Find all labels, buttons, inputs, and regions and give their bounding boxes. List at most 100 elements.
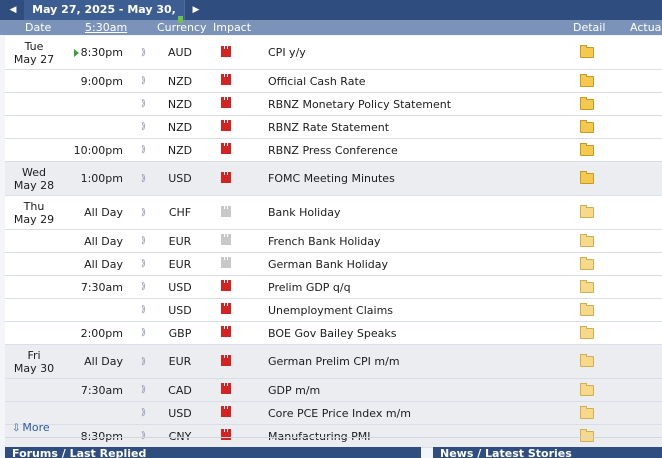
high-impact-icon[interactable] [221, 45, 231, 57]
folder-icon[interactable] [580, 325, 594, 339]
folder-icon[interactable] [580, 45, 594, 58]
event-row[interactable]: All Day ⟫ EUR German Bank Holiday [5, 253, 662, 276]
high-impact-icon[interactable] [221, 97, 231, 108]
sound-alert-icon[interactable]: ⟫ [141, 36, 151, 69]
folder-icon[interactable] [580, 279, 594, 293]
impact-cell [221, 299, 233, 321]
sound-alert-icon[interactable]: ⟫ [141, 162, 151, 195]
event-row[interactable]: Tue May 27 8:30pm ⟫ AUD CPI y/y [5, 36, 662, 70]
event-title[interactable]: Bank Holiday [268, 196, 568, 229]
folder-icon[interactable] [580, 405, 594, 419]
event-title[interactable]: BOE Gov Bailey Speaks [268, 322, 568, 344]
sound-alert-icon[interactable]: ⟫ [141, 299, 151, 321]
date-range-label[interactable]: May 27, 2025 - May 30, 2025 [24, 0, 184, 36]
sound-alert-icon[interactable]: ⟫ [141, 230, 151, 252]
high-impact-icon[interactable] [221, 143, 231, 154]
sound-alert-icon[interactable]: ⟫ [141, 196, 151, 229]
folder-icon[interactable] [580, 428, 594, 442]
non-economic-icon[interactable] [221, 257, 231, 268]
folder-icon[interactable] [580, 142, 594, 156]
folder-icon[interactable] [580, 354, 594, 367]
high-impact-icon[interactable] [221, 74, 231, 85]
sound-alert-icon[interactable]: ⟫ [141, 116, 151, 138]
previous-week-button[interactable]: ◀ [2, 0, 25, 20]
event-title[interactable]: Manufacturing PMI [268, 425, 568, 447]
event-title[interactable]: RBNZ Monetary Policy Statement [268, 93, 568, 115]
event-row[interactable]: 2:00pm ⟫ GBP BOE Gov Bailey Speaks [5, 322, 662, 345]
currency-cell: GBP [168, 326, 192, 340]
more-link[interactable]: ⇩ More [12, 421, 50, 434]
impact-cell [221, 322, 233, 344]
currency-cell: CAD [168, 383, 192, 397]
news-panel-header[interactable]: News / Latest Stories [433, 447, 662, 458]
event-row[interactable]: Wed May 28 1:00pm ⟫ USD FOMC Meeting Minutes [5, 162, 662, 196]
event-row[interactable]: ⟫ NZD RBNZ Monetary Policy Statement [5, 93, 662, 116]
event-title[interactable]: GDP m/m [268, 379, 568, 401]
high-impact-icon[interactable] [221, 383, 231, 394]
forums-panel-header[interactable]: Forums / Last Replied [5, 447, 421, 458]
folder-icon[interactable] [580, 256, 594, 270]
high-impact-icon[interactable] [221, 171, 231, 183]
event-row[interactable]: ⟫ USD Core PCE Price Index m/m [5, 402, 662, 425]
impact-cell [221, 116, 233, 138]
high-impact-icon[interactable] [221, 406, 231, 417]
folder-icon[interactable] [580, 302, 594, 316]
impact-cell [221, 379, 233, 401]
timezone-link[interactable]: 5:30am [85, 20, 127, 35]
sound-alert-icon[interactable]: ⟫ [141, 379, 151, 401]
event-row[interactable]: Fri May 30 All Day ⟫ EUR German Prelim CPI m/… [5, 345, 662, 379]
event-row[interactable]: 7:30am ⟫ CAD GDP m/m [5, 379, 662, 402]
sound-alert-icon[interactable]: ⟫ [141, 276, 151, 298]
date-label: May 27 [13, 52, 55, 66]
high-impact-icon[interactable] [221, 429, 231, 440]
folder-icon[interactable] [580, 171, 594, 184]
currency-cell: USD [168, 172, 192, 185]
folder-icon[interactable] [580, 119, 594, 133]
event-row[interactable]: All Day ⟫ EUR French Bank Holiday [5, 230, 662, 253]
folder-icon[interactable] [580, 382, 594, 396]
event-row[interactable]: ⟫ USD Unemployment Claims [5, 299, 662, 322]
sound-alert-icon[interactable]: ⟫ [141, 322, 151, 344]
non-economic-icon[interactable] [221, 234, 231, 245]
sound-alert-icon[interactable]: ⟫ [141, 402, 151, 424]
event-title[interactable]: French Bank Holiday [268, 230, 568, 252]
event-title[interactable]: RBNZ Press Conference [268, 139, 568, 161]
high-impact-icon[interactable] [221, 354, 231, 366]
detail-cell [580, 425, 594, 447]
high-impact-icon[interactable] [221, 326, 231, 337]
event-title[interactable]: Core PCE Price Index m/m [268, 402, 568, 424]
event-title[interactable]: Prelim GDP q/q [268, 276, 568, 298]
folder-icon[interactable] [580, 233, 594, 247]
detail-cell [580, 253, 594, 275]
time-label: 10:00pm [73, 143, 123, 157]
event-title[interactable]: RBNZ Rate Statement [268, 116, 568, 138]
sound-alert-icon[interactable]: ⟫ [141, 93, 151, 115]
event-row[interactable]: 9:00pm ⟫ NZD Official Cash Rate [5, 70, 662, 93]
day-label: Tue [24, 39, 44, 53]
folder-icon[interactable] [580, 73, 594, 87]
high-impact-icon[interactable] [221, 280, 231, 291]
event-row[interactable]: 7:30am ⟫ USD Prelim GDP q/q [5, 276, 662, 299]
event-row[interactable]: 10:00pm ⟫ NZD RBNZ Press Conference [5, 139, 662, 162]
event-title[interactable]: FOMC Meeting Minutes [268, 162, 568, 195]
high-impact-icon[interactable] [221, 120, 231, 131]
folder-icon[interactable] [580, 96, 594, 110]
event-row[interactable]: ⟫ NZD RBNZ Rate Statement [5, 116, 662, 139]
sound-alert-icon[interactable]: ⟫ [141, 139, 151, 161]
event-title[interactable]: CPI y/y [268, 36, 568, 69]
sound-alert-icon[interactable]: ⟫ [141, 70, 151, 92]
sound-alert-icon[interactable]: ⟫ [141, 253, 151, 275]
high-impact-icon[interactable] [221, 303, 231, 314]
date-cell: Tue May 27 [5, 36, 63, 69]
non-economic-icon[interactable] [221, 205, 231, 217]
event-title[interactable]: Official Cash Rate [268, 70, 568, 92]
next-week-button[interactable]: ▶ [184, 0, 207, 20]
event-title[interactable]: German Prelim CPI m/m [268, 345, 568, 378]
event-title[interactable]: Unemployment Claims [268, 299, 568, 321]
sound-alert-icon[interactable]: ⟫ [141, 345, 151, 378]
sound-alert-icon[interactable]: ⟫ [141, 425, 151, 447]
event-row[interactable]: Thu May 29 All Day ⟫ CHF Bank Holiday [5, 196, 662, 230]
event-title[interactable]: German Bank Holiday [268, 253, 568, 275]
folder-icon[interactable] [580, 205, 594, 218]
time-cell [67, 402, 123, 424]
